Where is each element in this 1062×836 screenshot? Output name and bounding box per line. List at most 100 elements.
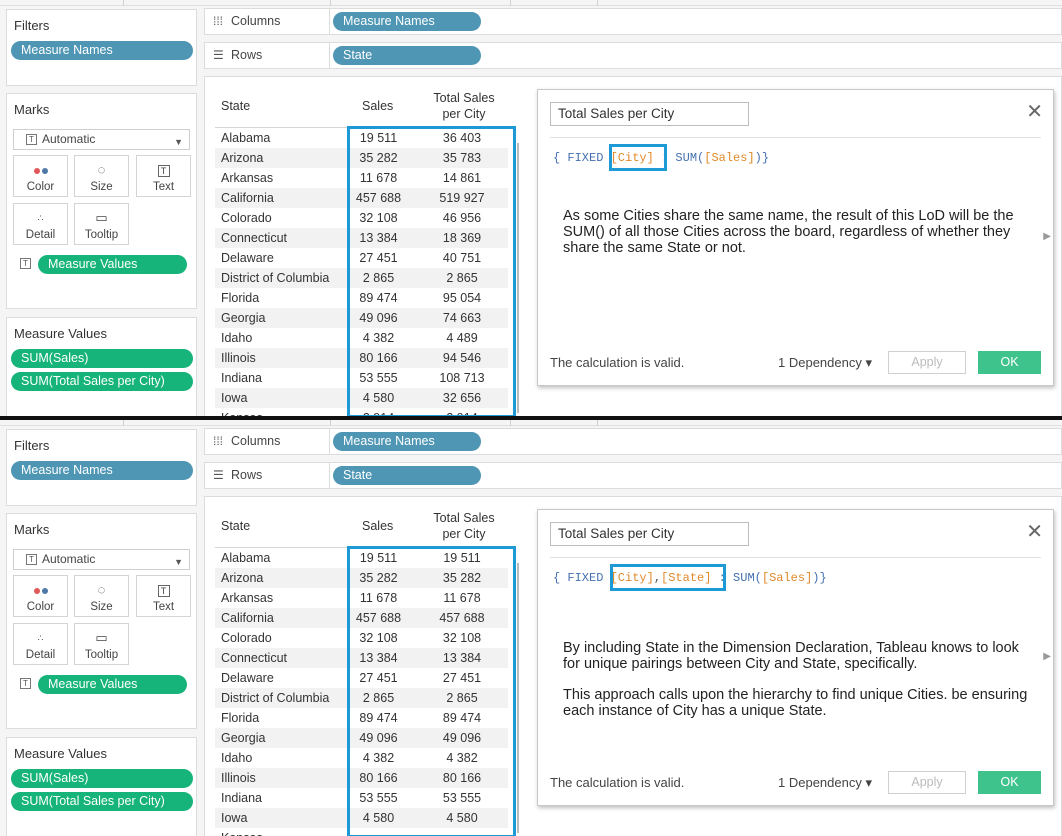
state-cell: Indiana (221, 791, 263, 805)
measure-values-pill[interactable]: Measure Values (38, 255, 187, 274)
state-cell: Delaware (221, 251, 274, 265)
color-button[interactable]: Color (13, 575, 68, 617)
text-encoding-icon: T (20, 258, 31, 269)
vertical-scrollbar[interactable] (517, 143, 519, 413)
rows-pill-state[interactable]: State (333, 466, 481, 485)
measure-values-pill[interactable]: Measure Values (38, 675, 187, 694)
color-label: Color (26, 181, 55, 193)
annotation-note: By including State in the Dimension Decl… (563, 640, 1019, 672)
marks-title: Marks (14, 102, 50, 117)
text-label: Text (152, 181, 175, 193)
dialog-separator (550, 557, 1041, 558)
ok-button[interactable]: OK (978, 771, 1041, 794)
tooltip-label: Tooltip (84, 229, 119, 241)
detail-button[interactable]: ∴ Detail (13, 203, 68, 245)
state-cell: Connecticut (221, 231, 288, 245)
mark-type-dropdown[interactable]: T Automatic ▼ (13, 129, 190, 150)
state-cell: Georgia (221, 311, 266, 325)
apply-button[interactable]: Apply (888, 771, 966, 794)
calculation-dialog: Total Sales per City ✕ { FIXED [City] : … (537, 89, 1054, 386)
state-cell: Kansas (221, 408, 263, 416)
state-cell: District of Columbia (221, 271, 330, 285)
dependency-dropdown[interactable]: 1 Dependency ▾ (778, 355, 872, 371)
tooltip-label: Tooltip (84, 649, 119, 661)
mark-type-label: Automatic (42, 552, 96, 566)
columns-pill-measure-names[interactable]: Measure Names (333, 12, 481, 31)
worksheet-panel-top: Filters Measure Names Marks T Automatic … (0, 0, 1062, 416)
text-button[interactable]: T Text (136, 155, 191, 197)
size-label: Size (90, 181, 113, 193)
apply-button[interactable]: Apply (888, 351, 966, 374)
state-cell: Florida (221, 711, 260, 725)
state-cell: Iowa (221, 391, 248, 405)
columns-icon: ⁞⁞⁞ (213, 434, 224, 448)
detail-label: Detail (25, 229, 56, 241)
calc-name-text: Total Sales per City (558, 106, 675, 121)
filter-pill-measure-names[interactable]: Measure Names (11, 41, 193, 60)
state-cell: California (221, 191, 274, 205)
state-cell: Arizona (221, 571, 264, 585)
dependency-label: 1 Dependency (778, 355, 862, 370)
rows-icon: ☰ (213, 468, 224, 482)
detail-button[interactable]: ∴ Detail (13, 623, 68, 665)
formula-keyword-fixed: { FIXED (553, 151, 611, 165)
size-icon: ◌ (97, 582, 106, 597)
dialog-separator (550, 137, 1041, 138)
size-button[interactable]: ◌ Size (74, 155, 129, 197)
text-button[interactable]: T Text (136, 575, 191, 617)
highlight-box-dimensions (609, 144, 667, 171)
text-icon: T (137, 580, 190, 600)
view-area: State Sales Total Sales per City Alabama… (204, 496, 1062, 836)
dependency-label: 1 Dependency (778, 775, 862, 790)
calc-name-field[interactable]: Total Sales per City (550, 102, 749, 126)
state-cell: Arizona (221, 151, 264, 165)
annotation-note: This approach calls upon the hierarchy t… (563, 687, 1028, 719)
tooltip-button[interactable]: ▭ Tooltip (74, 203, 129, 245)
header-total-line1: Total Sales (433, 511, 495, 525)
header-total-line2: per City (442, 107, 486, 121)
highlight-box-measures (347, 126, 516, 416)
close-icon[interactable]: ✕ (1026, 102, 1043, 122)
vertical-scrollbar[interactable] (517, 563, 519, 833)
rows-shelf: ☰ Rows State (204, 42, 1062, 69)
measure-values-title: Measure Values (14, 746, 107, 761)
color-button[interactable]: Color (13, 155, 68, 197)
chevron-down-icon: ▾ (861, 355, 872, 370)
state-cell: Illinois (221, 351, 256, 365)
filter-pill-measure-names[interactable]: Measure Names (11, 461, 193, 480)
calc-name-field[interactable]: Total Sales per City (550, 522, 749, 546)
ok-button[interactable]: OK (978, 351, 1041, 374)
scroll-right-icon[interactable]: ▶ (1043, 651, 1051, 662)
size-icon: ◌ (97, 162, 106, 177)
columns-pill-measure-names[interactable]: Measure Names (333, 432, 481, 451)
measure-pill-sum-sales[interactable]: SUM(Sales) (11, 349, 193, 368)
detail-label: Detail (25, 649, 56, 661)
filters-card: Filters Measure Names (6, 429, 197, 506)
measure-values-card: Measure Values SUM(Sales) SUM(Total Sale… (6, 317, 197, 416)
measure-pill-sum-total-sales-per-city[interactable]: SUM(Total Sales per City) (11, 372, 193, 391)
mark-type-dropdown[interactable]: T Automatic ▼ (13, 549, 190, 570)
rows-pill-state[interactable]: State (333, 46, 481, 65)
measure-pill-sum-total-sales-per-city[interactable]: SUM(Total Sales per City) (11, 792, 193, 811)
rows-label: Rows (231, 468, 263, 482)
state-cell: Illinois (221, 771, 256, 785)
state-cell: Colorado (221, 211, 272, 225)
rows-shelf: ☰ Rows State (204, 462, 1062, 489)
formula-measure: [Sales] (704, 151, 755, 165)
measure-pill-sum-sales[interactable]: SUM(Sales) (11, 769, 193, 788)
calc-status: The calculation is valid. (550, 775, 685, 790)
tooltip-button[interactable]: ▭ Tooltip (74, 623, 129, 665)
dependency-dropdown[interactable]: 1 Dependency ▾ (778, 775, 872, 791)
scroll-right-icon[interactable]: ▶ (1043, 231, 1051, 242)
color-icon (14, 160, 67, 180)
top-toolbar-edge (0, 0, 1062, 6)
size-button[interactable]: ◌ Size (74, 575, 129, 617)
color-icon (14, 580, 67, 600)
state-cell: Delaware (221, 671, 274, 685)
highlight-box-measures (347, 546, 516, 836)
text-encoding-icon: T (20, 678, 31, 689)
calculation-dialog: Total Sales per City ✕ { FIXED [City],[S… (537, 509, 1054, 806)
close-icon[interactable]: ✕ (1026, 522, 1043, 542)
filters-title: Filters (14, 438, 50, 453)
state-cell: Florida (221, 291, 260, 305)
